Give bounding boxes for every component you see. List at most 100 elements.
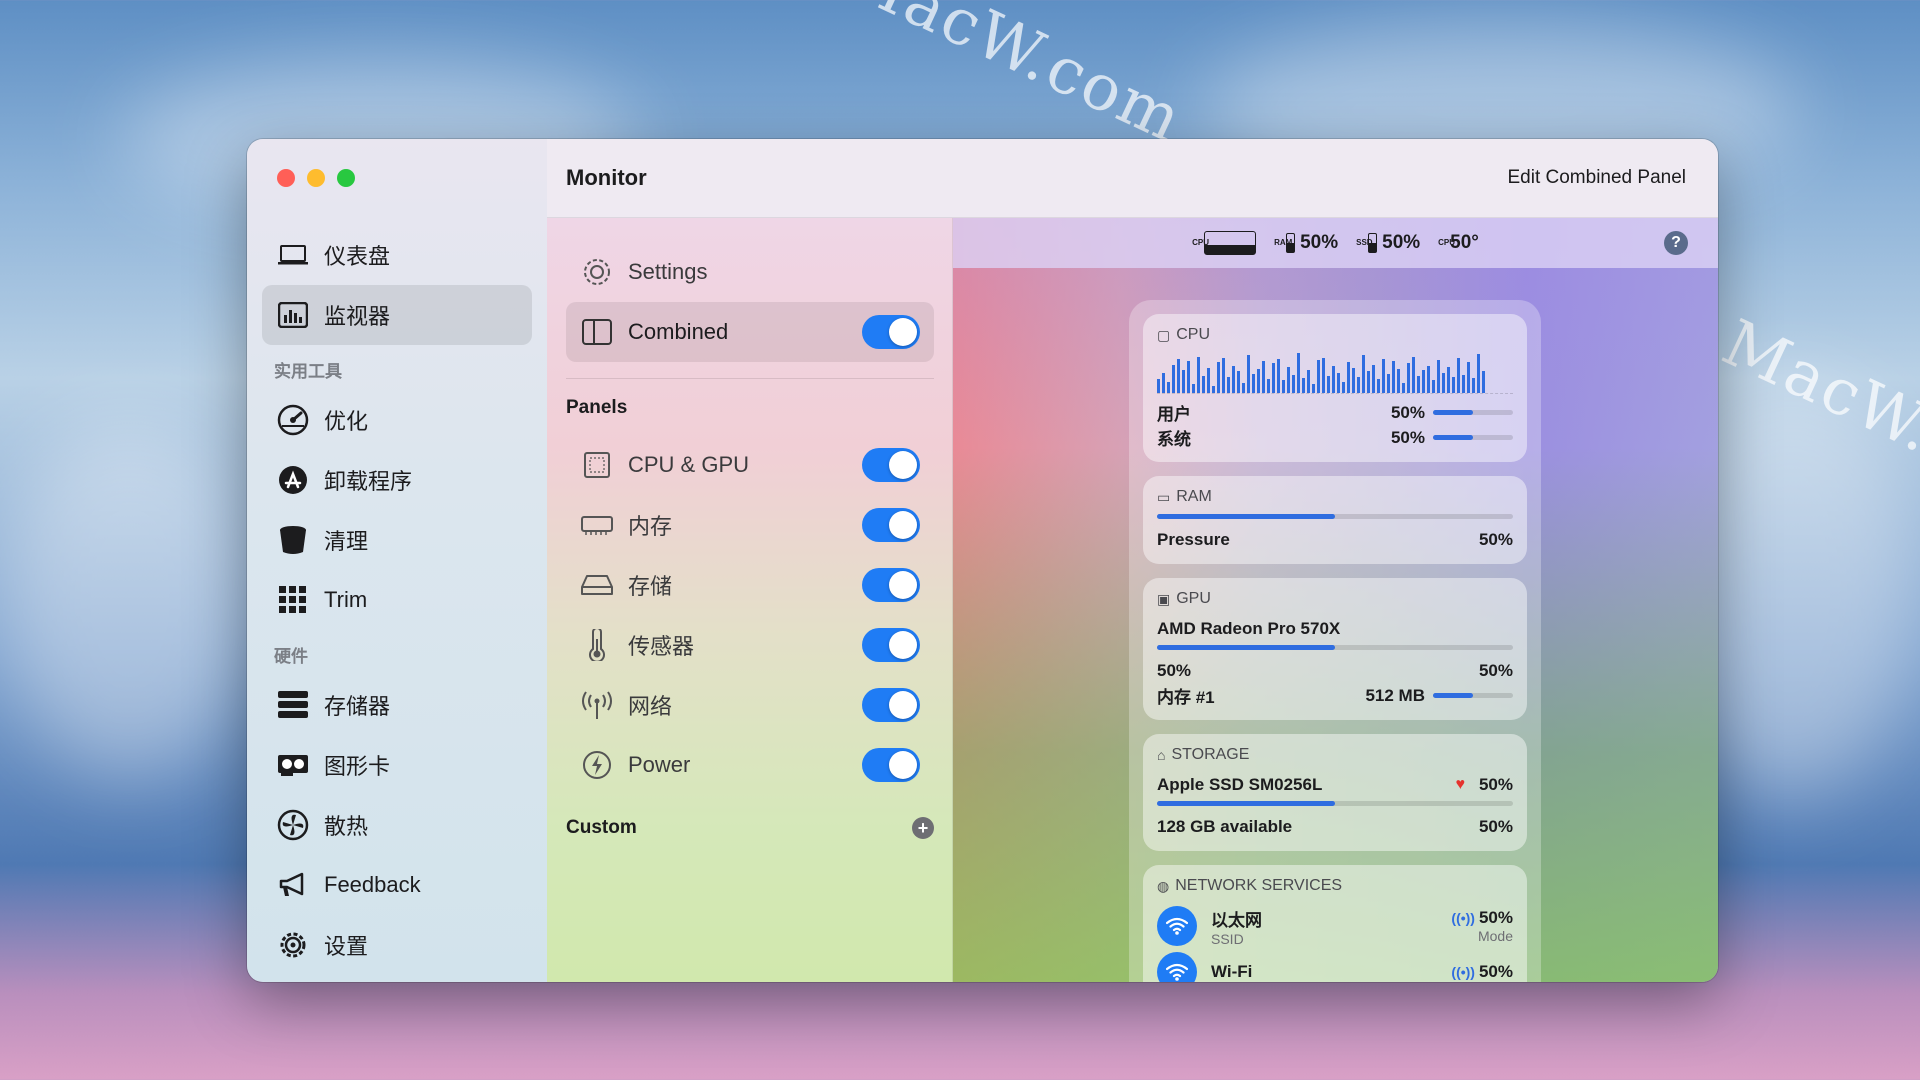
panel-row-power[interactable]: Power: [566, 735, 934, 795]
sidebar-item-label: 监视器: [324, 304, 391, 329]
sidebar-item-monitor[interactable]: 监视器: [262, 285, 532, 345]
panel-label: Power: [628, 752, 691, 777]
panel-label: 存储: [628, 574, 673, 599]
zoom-button[interactable]: [337, 169, 355, 187]
cpu-graph-bar: [1427, 365, 1430, 393]
power-icon: [580, 748, 614, 782]
gpu-memory-label: 内存 #1: [1157, 688, 1215, 707]
panel-row-storage[interactable]: 存储: [566, 555, 934, 615]
grid-icon: [276, 583, 310, 617]
combined-label: Combined: [628, 319, 729, 344]
cpu-graph-bar: [1297, 353, 1300, 393]
wifi-icon: [1157, 906, 1197, 946]
sidebar-item-trim[interactable]: Trim: [262, 570, 532, 630]
gpu-memory-value: 512 MB: [1365, 685, 1425, 705]
menubar-preview: CPU RAM 50% SSD 50% CPU 50°: [953, 218, 1718, 268]
cpu-graph-bar: [1317, 359, 1320, 393]
menubar-ram-tag: RAM: [1274, 238, 1293, 247]
panel-toggle[interactable]: [862, 688, 920, 722]
cpu-graph-bar: [1282, 380, 1285, 393]
sidebar-item-graphics[interactable]: 图形卡: [262, 735, 532, 795]
network-item[interactable]: Wi-Fi ((•)) 50%: [1157, 949, 1513, 982]
sidebar-item-uninstaller[interactable]: 卸载程序: [262, 450, 532, 510]
wifi-icon: [1157, 952, 1197, 982]
menubar-cpu-tag: CPU: [1192, 238, 1209, 247]
cpu-card[interactable]: ▢ CPU 用户 50% 系统 50%: [1143, 314, 1527, 462]
cpu-graph-bar: [1167, 381, 1170, 393]
sidebar-item-clean[interactable]: 清理: [262, 510, 532, 570]
bucket-icon: [276, 523, 310, 557]
cpu-graph-bar: [1277, 358, 1280, 393]
cpu-graph-bar: [1162, 372, 1165, 393]
sidebar-item-feedback[interactable]: Feedback: [262, 855, 532, 915]
network-card[interactable]: ◍ NETWORK SERVICES 以太网 SSID ((•)) 50% Mo…: [1143, 865, 1527, 982]
memory-small-icon: ▭: [1157, 488, 1171, 505]
panel-row-network[interactable]: 网络: [566, 675, 934, 735]
ssd-bar-icon: [1368, 233, 1378, 253]
panel-toggle[interactable]: [862, 628, 920, 662]
ram-card[interactable]: ▭ RAM Pressure 50%: [1143, 476, 1527, 564]
cpu-graph-bar: [1452, 377, 1455, 393]
minimize-button[interactable]: [307, 169, 325, 187]
combined-panel-preview: CPU RAM 50% SSD 50% CPU 50° ? ▢ CPU 用户 5…: [953, 218, 1718, 982]
settings-row[interactable]: Settings: [566, 242, 934, 302]
help-button[interactable]: ?: [1664, 231, 1688, 255]
add-custom-panel-button[interactable]: +: [912, 817, 934, 839]
storage-card[interactable]: ⌂ STORAGE Apple SSD SM0256L ♥ 50% 128 GB…: [1143, 734, 1527, 851]
cpu-graph-bar: [1482, 371, 1485, 393]
cpu-card-header: ▢ CPU: [1157, 326, 1513, 344]
panel-row-sensors[interactable]: 传感器: [566, 615, 934, 675]
storage-card-header: ⌂ STORAGE: [1157, 746, 1513, 764]
cpu-small-icon: ▢: [1157, 326, 1171, 343]
close-button[interactable]: [277, 169, 295, 187]
cpu-graph-bar: [1307, 370, 1310, 393]
edit-combined-panel-button[interactable]: Edit Combined Panel: [1508, 167, 1687, 189]
cpu-graph-bar: [1207, 367, 1210, 393]
storage-available-value: 50%: [1478, 816, 1513, 836]
combined-panel: ▢ CPU 用户 50% 系统 50% ▭ RAM Pressure 50% ▣…: [1129, 300, 1541, 982]
cpu-graph-bar: [1392, 361, 1395, 393]
gpu-usage-right: 50%: [1478, 660, 1513, 680]
panel-toggle[interactable]: [862, 448, 920, 482]
panel-toggle[interactable]: [862, 568, 920, 602]
sidebar-item-optimize[interactable]: 优化: [262, 390, 532, 450]
cpu-graph-bar: [1302, 378, 1305, 393]
content: Settings Combined Panels CPU & GPU 内存 存储…: [547, 218, 1718, 982]
sidebar-item-cooling[interactable]: 散热: [262, 795, 532, 855]
cpu-graph-bar: [1372, 364, 1375, 393]
panel-toggle[interactable]: [862, 748, 920, 782]
sidebar-item-settings[interactable]: 设置: [262, 915, 532, 975]
cpu-graph-bar: [1432, 380, 1435, 393]
menubar-temp-tag: CPU: [1438, 238, 1456, 247]
menubar-ssd[interactable]: SSD 50%: [1356, 232, 1420, 254]
drive-icon: [580, 568, 614, 602]
cpu-mini-graph-icon: [1204, 231, 1257, 255]
cpu-graph-bar: [1357, 377, 1360, 393]
combined-row[interactable]: Combined: [566, 302, 934, 362]
menubar-ram[interactable]: RAM 50%: [1274, 232, 1338, 254]
panel-toggle[interactable]: [862, 508, 920, 542]
cpu-graph-bar: [1217, 362, 1220, 393]
panel-row-memory[interactable]: 内存: [566, 495, 934, 555]
cpu-user-label: 用户: [1157, 405, 1191, 424]
cpu-system-row: 系统 50%: [1157, 425, 1513, 450]
network-value: 50%: [1478, 962, 1513, 981]
network-item[interactable]: 以太网 SSID ((•)) 50% Mode: [1157, 903, 1513, 949]
sidebar-item-label: 卸载程序: [324, 469, 413, 494]
cpu-graph-bar: [1347, 362, 1350, 393]
menubar-temp[interactable]: CPU 50°: [1438, 232, 1479, 254]
cpu-graph-bar: [1477, 354, 1480, 393]
sidebar-item-storage[interactable]: 存储器: [262, 675, 532, 735]
combined-toggle[interactable]: [862, 315, 920, 349]
menubar-cpu[interactable]: CPU: [1192, 231, 1257, 255]
network-name: Wi-Fi: [1211, 962, 1253, 981]
panel-row-cpu-gpu[interactable]: CPU & GPU: [566, 435, 934, 495]
storage-name-row: Apple SSD SM0256L ♥ 50%: [1157, 772, 1513, 797]
cpu-graph-bar: [1262, 361, 1265, 393]
gpu-card[interactable]: ▣ GPU AMD Radeon Pro 570X 50% 50% 内存 #1: [1143, 578, 1527, 720]
ram-pressure-label: Pressure: [1157, 529, 1230, 549]
sidebar-item-dashboard[interactable]: 仪表盘: [262, 225, 532, 285]
cpu-graph-bar: [1467, 362, 1470, 393]
cpu-graph-bar: [1327, 375, 1330, 393]
menubar-ssd-value: 50%: [1382, 232, 1421, 253]
